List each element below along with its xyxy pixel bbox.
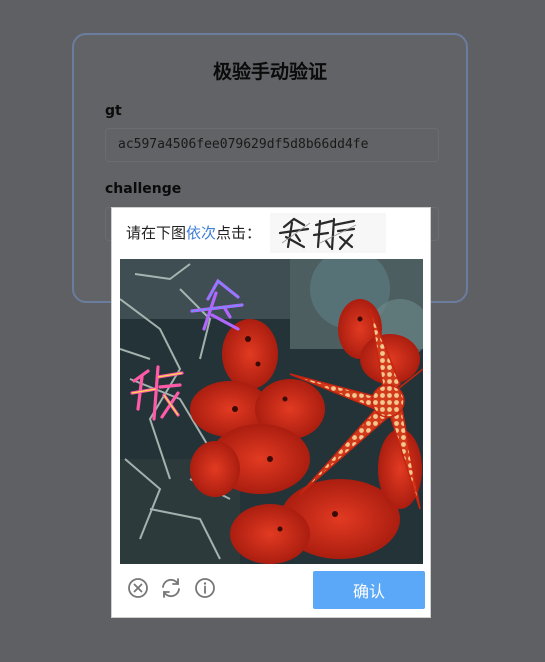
gt-field[interactable]: ac597a4506fee079629df5d8b66dd4fe — [105, 128, 439, 162]
captcha-popup: 请在下图依次点击： 确认 — [111, 207, 431, 618]
captcha-toolbar: 确认 — [112, 570, 430, 610]
challenge-label: challenge — [105, 181, 182, 197]
captcha-prompt: 请在下图依次点击： — [126, 221, 261, 245]
page-title: 极验手动验证 — [212, 61, 327, 83]
confirm-button[interactable]: 确认 — [313, 571, 425, 609]
target-characters-image: 冬 旗 — [270, 213, 386, 253]
refresh-icon[interactable] — [159, 576, 183, 600]
gt-label: gt — [105, 103, 122, 119]
prompt-prefix: 请在下图 — [126, 224, 187, 242]
prompt-suffix: 点击： — [216, 224, 262, 242]
prompt-highlight: 依次 — [186, 224, 217, 242]
info-icon[interactable] — [193, 576, 217, 600]
close-icon[interactable] — [126, 576, 150, 600]
captcha-image[interactable] — [120, 259, 423, 564]
